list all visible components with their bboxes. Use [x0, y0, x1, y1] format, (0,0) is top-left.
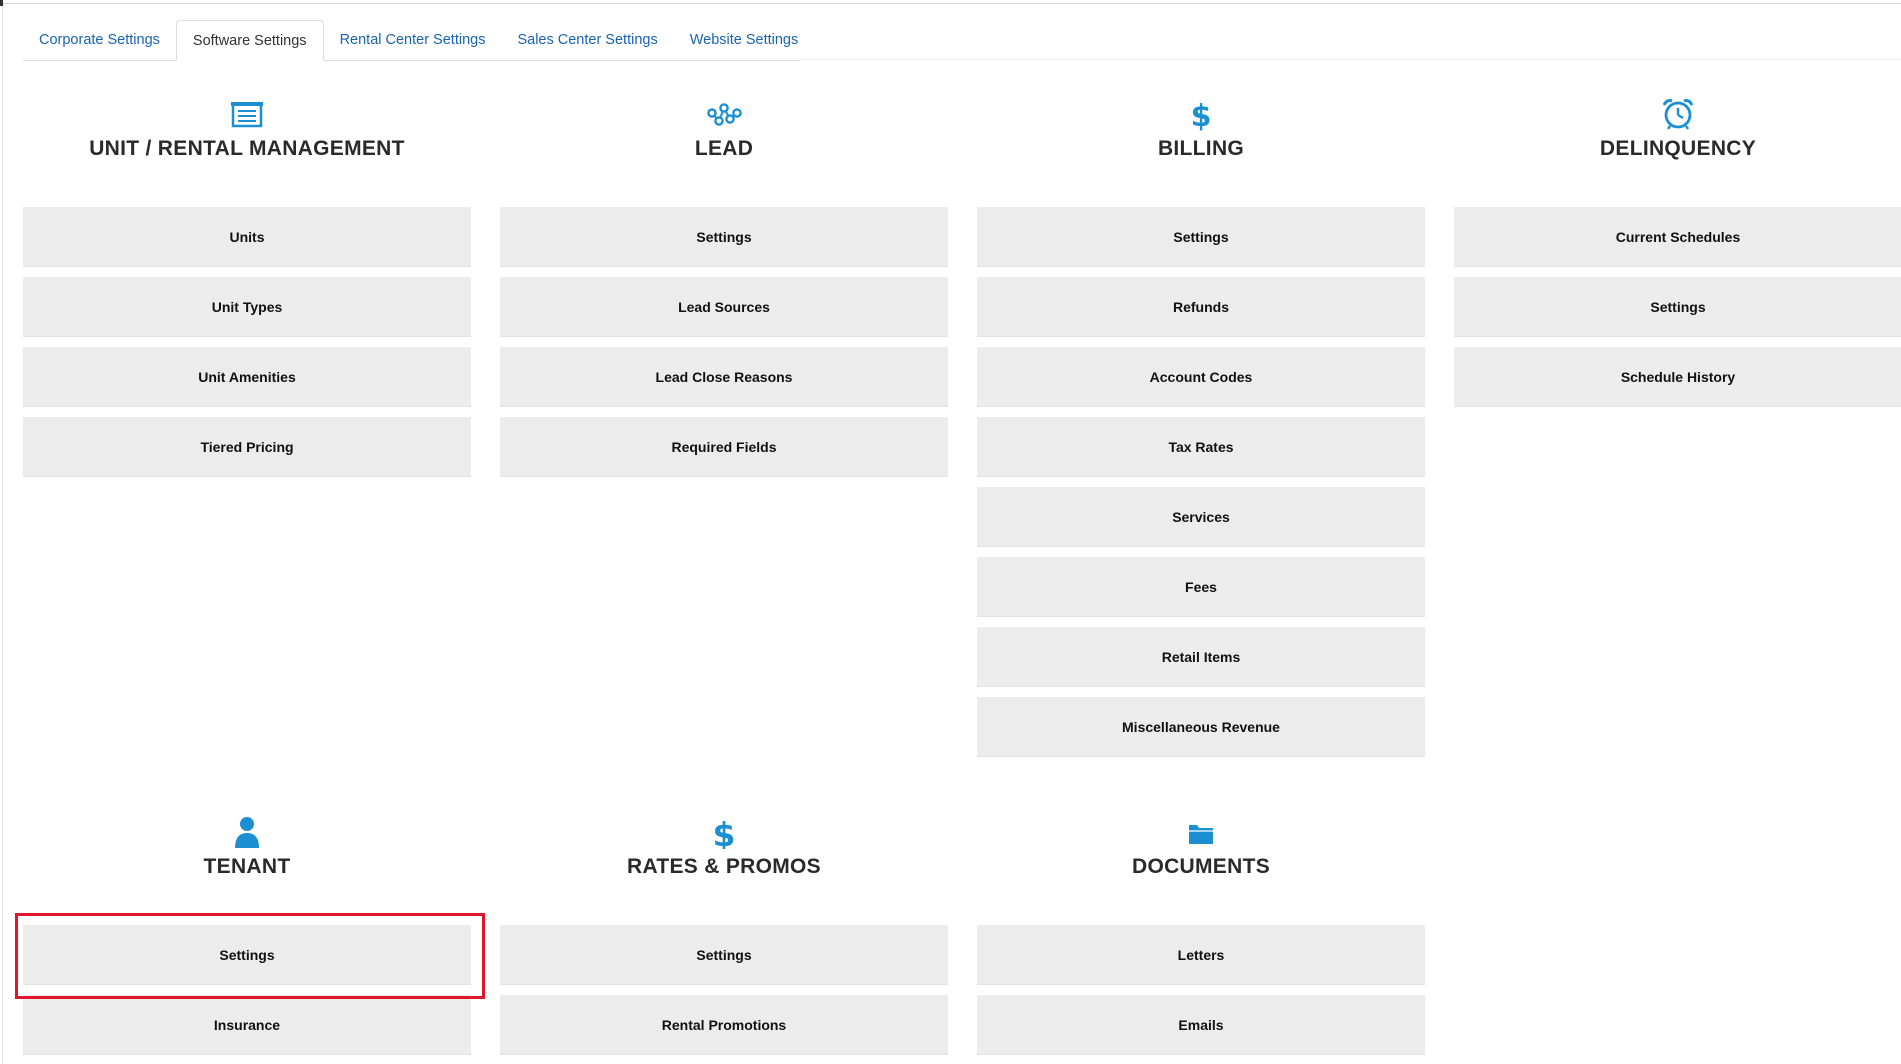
section-title: BILLING [1157, 137, 1245, 160]
billing-settings-button[interactable]: Settings [977, 207, 1425, 267]
left-border [0, 0, 3, 1064]
tax-rates-button[interactable]: Tax Rates [977, 417, 1425, 477]
miscellaneous-revenue-button[interactable]: Miscellaneous Revenue [977, 697, 1425, 757]
account-codes-button[interactable]: Account Codes [977, 347, 1425, 407]
services-button[interactable]: Services [977, 487, 1425, 547]
garage-door-icon [231, 102, 263, 128]
fees-button[interactable]: Fees [977, 557, 1425, 617]
lead-settings-button[interactable]: Settings [500, 207, 948, 267]
section-title: RATES & PROMOS [627, 855, 821, 878]
delinquency-settings-button[interactable]: Settings [1454, 277, 1901, 337]
corner-mark [0, 0, 3, 6]
section-unit-rental-management: UNIT / RENTAL MANAGEMENT Units Unit Type… [23, 97, 471, 487]
tab-rental-center-settings[interactable]: Rental Center Settings [324, 20, 502, 60]
lead-close-reasons-button[interactable]: Lead Close Reasons [500, 347, 948, 407]
section-billing: $ BILLING Settings Refunds Account Codes… [977, 97, 1425, 767]
insurance-button[interactable]: Insurance [23, 995, 471, 1055]
network-nodes-icon [707, 103, 742, 126]
section-lead: LEAD Settings Lead Sources Lead Close Re… [500, 97, 948, 487]
section-documents: DOCUMENTS Letters Emails [977, 815, 1425, 1064]
dollar-icon: $ [713, 815, 736, 849]
rates-settings-button[interactable]: Settings [500, 925, 948, 985]
refunds-button[interactable]: Refunds [977, 277, 1425, 337]
section-title: DELINQUENCY [1599, 137, 1757, 160]
person-icon [235, 817, 259, 848]
lead-sources-button[interactable]: Lead Sources [500, 277, 948, 337]
alarm-clock-icon [1662, 99, 1694, 130]
emails-button[interactable]: Emails [977, 995, 1425, 1055]
section-title: UNIT / RENTAL MANAGEMENT [89, 137, 405, 160]
tab-corporate-settings[interactable]: Corporate Settings [23, 20, 176, 60]
units-button[interactable]: Units [23, 207, 471, 267]
section-rates-promos: $ RATES & PROMOS Settings Rental Promoti… [500, 815, 948, 1064]
tab-software-settings[interactable]: Software Settings [175, 20, 324, 61]
retail-items-button[interactable]: Retail Items [977, 627, 1425, 687]
folder-icon [1189, 825, 1213, 844]
top-border [0, 0, 1901, 4]
settings-tabs: Corporate Settings Software Settings Ren… [23, 20, 801, 61]
dollar-icon: $ [1191, 99, 1212, 131]
tab-sales-center-settings[interactable]: Sales Center Settings [501, 20, 673, 60]
software-settings-page: Corporate Settings Software Settings Ren… [0, 0, 1901, 1064]
unit-amenities-button[interactable]: Unit Amenities [23, 347, 471, 407]
section-title: DOCUMENTS [1131, 855, 1271, 878]
tab-website-settings[interactable]: Website Settings [674, 20, 815, 60]
svg-text:$: $ [713, 815, 736, 849]
letters-button[interactable]: Letters [977, 925, 1425, 985]
section-title: TENANT [203, 855, 291, 878]
schedule-history-button[interactable]: Schedule History [1454, 347, 1901, 407]
rental-promotions-button[interactable]: Rental Promotions [500, 995, 948, 1055]
current-schedules-button[interactable]: Current Schedules [1454, 207, 1901, 267]
section-title: LEAD [694, 137, 754, 160]
section-tenant: TENANT Settings Insurance [23, 815, 471, 1064]
tab-bar-divider [801, 59, 1901, 60]
tiered-pricing-button[interactable]: Tiered Pricing [23, 417, 471, 477]
required-fields-button[interactable]: Required Fields [500, 417, 948, 477]
svg-text:$: $ [1191, 99, 1212, 131]
tenant-settings-button[interactable]: Settings [23, 925, 471, 985]
section-delinquency: DELINQUENCY Current Schedules Settings S… [1454, 97, 1901, 417]
unit-types-button[interactable]: Unit Types [23, 277, 471, 337]
